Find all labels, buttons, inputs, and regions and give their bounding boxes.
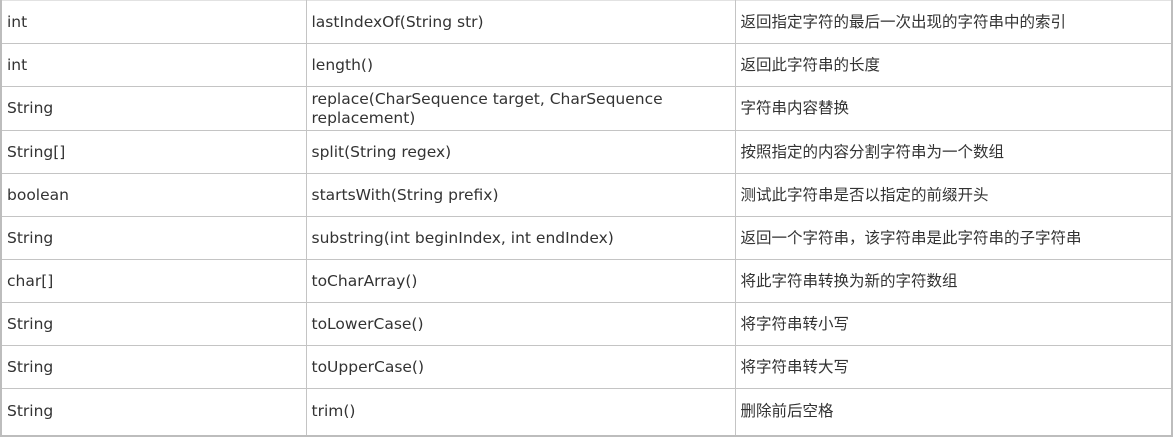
description-cell: 测试此字符串是否以指定的前缀开头: [734, 173, 1173, 217]
method-cell: split(String regex): [305, 130, 736, 174]
return-type-cell: String: [0, 86, 307, 131]
description-cell: 字符串内容替换: [734, 86, 1173, 131]
table-row: String trim() 删除前后空格: [0, 388, 1173, 437]
return-type-cell: char[]: [0, 259, 307, 303]
method-cell: trim(): [305, 388, 736, 437]
description-cell: 返回一个字符串，该字符串是此字符串的子字符串: [734, 216, 1173, 260]
return-type-cell: String[]: [0, 130, 307, 174]
table-row: String[] split(String regex) 按照指定的内容分割字符…: [0, 130, 1173, 174]
method-cell: startsWith(String prefix): [305, 173, 736, 217]
return-type-cell: String: [0, 302, 307, 346]
description-cell: 返回此字符串的长度: [734, 43, 1173, 87]
method-cell: length(): [305, 43, 736, 87]
description-cell: 按照指定的内容分割字符串为一个数组: [734, 130, 1173, 174]
table-row: String toUpperCase() 将字符串转大写: [0, 345, 1173, 389]
description-cell: 删除前后空格: [734, 388, 1173, 437]
return-type-cell: String: [0, 216, 307, 260]
return-type-cell: boolean: [0, 173, 307, 217]
method-cell: toUpperCase(): [305, 345, 736, 389]
table-row: boolean startsWith(String prefix) 测试此字符串…: [0, 173, 1173, 217]
description-cell: 将字符串转大写: [734, 345, 1173, 389]
method-cell: toLowerCase(): [305, 302, 736, 346]
table-row: char[] toCharArray() 将此字符串转换为新的字符数组: [0, 259, 1173, 303]
method-cell: replace(CharSequence target, CharSequenc…: [305, 86, 736, 131]
method-cell: substring(int beginIndex, int endIndex): [305, 216, 736, 260]
return-type-cell: int: [0, 43, 307, 87]
description-cell: 将此字符串转换为新的字符数组: [734, 259, 1173, 303]
method-cell: lastIndexOf(String str): [305, 0, 736, 44]
table-row: String replace(CharSequence target, Char…: [0, 86, 1173, 131]
description-cell: 将字符串转小写: [734, 302, 1173, 346]
method-cell: toCharArray(): [305, 259, 736, 303]
table-row: String toLowerCase() 将字符串转小写: [0, 302, 1173, 346]
return-type-cell: int: [0, 0, 307, 44]
table-row: int lastIndexOf(String str) 返回指定字符的最后一次出…: [0, 0, 1173, 44]
string-methods-table: int lastIndexOf(String str) 返回指定字符的最后一次出…: [0, 0, 1173, 437]
table-row: String substring(int beginIndex, int end…: [0, 216, 1173, 260]
return-type-cell: String: [0, 345, 307, 389]
description-cell: 返回指定字符的最后一次出现的字符串中的索引: [734, 0, 1173, 44]
return-type-cell: String: [0, 388, 307, 437]
table-row: int length() 返回此字符串的长度: [0, 43, 1173, 87]
